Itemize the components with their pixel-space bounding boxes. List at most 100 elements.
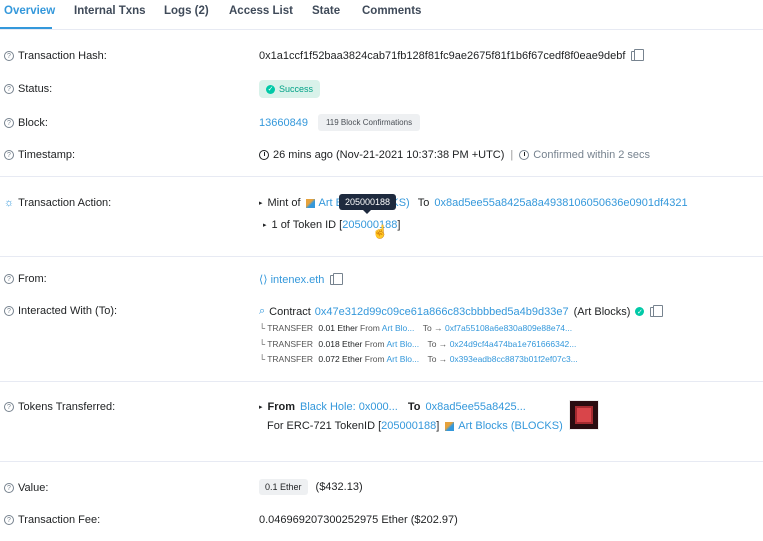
value-label: Value:: [18, 482, 49, 494]
stopwatch-icon: [519, 150, 530, 160]
transfer-prefix: └ TRANSFER: [259, 339, 314, 349]
mint-prefix: Mint of: [267, 197, 301, 209]
question-icon[interactable]: ?: [4, 150, 14, 160]
interacted-label: Interacted With (To):: [18, 305, 118, 317]
transfer-from-label: From: [364, 339, 385, 349]
ether-amount-pill: 0.1 Ether: [259, 479, 308, 495]
block-value-row: 13660849 119 Block Confirmations: [259, 114, 421, 131]
separator: |: [510, 149, 514, 161]
transfer-prefix: └ TRANSFER: [259, 354, 314, 364]
transaction-fee: 0.046969207300252975 Ether ($202.97): [259, 514, 458, 526]
status-label: Status:: [18, 83, 53, 95]
question-icon[interactable]: ?: [4, 51, 14, 61]
verified-check-icon: ✓: [635, 307, 645, 316]
from-label: From:: [18, 273, 47, 285]
tab-overview[interactable]: Overview: [4, 5, 55, 17]
contract-address-link[interactable]: 0x47e312d99c09ce61a866c83cbbbbed5a4b9d33…: [315, 306, 569, 318]
tokens-to-link[interactable]: 0x8ad5ee55a8425...: [425, 401, 525, 413]
question-icon[interactable]: ?: [4, 84, 14, 94]
usd-value: ($432.13): [315, 481, 363, 493]
transfer-from-link[interactable]: Art Blo...: [387, 339, 420, 349]
copy-icon[interactable]: [330, 272, 344, 285]
hash-label-row: ? Transaction Hash:: [4, 50, 107, 62]
triangle-right-icon: ▸: [263, 222, 267, 229]
contract-icon: ⌕: [259, 305, 266, 317]
active-tab-indicator: [0, 27, 52, 29]
tokens-value-row: ▸ From Black Hole: 0x000... To 0x8ad5ee5…: [259, 401, 526, 413]
internal-transfer-row: └ TRANSFER 0.018 Ether From Art Blo... T…: [259, 339, 576, 349]
tokens-to-label: To: [407, 401, 421, 413]
value-label-row: ? Value:: [4, 482, 48, 494]
transfer-to-link[interactable]: 0x24d9cf4a474ba1e761666342...: [450, 339, 577, 349]
clock-icon: [259, 150, 269, 160]
tab-internal-txns[interactable]: Internal Txns: [74, 5, 146, 17]
question-icon[interactable]: ?: [4, 118, 14, 128]
token-line-prefix: 1 of Token ID [: [271, 219, 343, 231]
ens-icon: ⟨⟩: [259, 274, 268, 286]
from-address-link[interactable]: intenex.eth: [271, 274, 325, 286]
to-label: To: [417, 197, 430, 209]
tab-logs[interactable]: Logs (2): [164, 5, 209, 17]
triangle-right-icon: ▸: [259, 200, 263, 207]
check-circle-icon: ✓: [266, 84, 275, 94]
timestamp-label-row: ? Timestamp:: [4, 149, 75, 161]
transfer-to-link[interactable]: 0xf7a55108a6e830a809e88e74...: [445, 323, 572, 333]
divider: [0, 461, 763, 462]
to-address-link[interactable]: 0x8ad5ee55a8425a8a4938106050636e0901df43…: [434, 197, 687, 209]
transaction-hash: 0x1a1ccf1f52baa3824cab71fb128f81fc9ae267…: [259, 50, 626, 62]
action-label: Transaction Action:: [18, 197, 112, 209]
from-label-row: ? From:: [4, 273, 47, 285]
transfer-prefix: └ TRANSFER: [259, 323, 314, 333]
token-line-suffix: ]: [397, 219, 401, 231]
tab-state[interactable]: State: [312, 5, 340, 17]
tab-access-list[interactable]: Access List: [229, 5, 293, 17]
action-value-row: ▸ Mint of Art Bl CKS) To 0x8ad5ee55a8425…: [259, 197, 688, 209]
question-icon[interactable]: ?: [4, 402, 14, 412]
fee-label: Transaction Fee:: [18, 514, 101, 526]
hash-value-row: 0x1a1ccf1f52baa3824cab71fb128f81fc9ae267…: [259, 49, 645, 62]
confirmations-badge: 119 Block Confirmations: [317, 114, 421, 131]
confirmed-within: Confirmed within 2 secs: [533, 149, 651, 161]
for-prefix: For ERC-721 TokenID [: [267, 420, 382, 432]
hand-cursor-icon: ☝: [372, 224, 389, 239]
transfer-to-link[interactable]: 0x393eadb8cc8873b01f2ef07c3...: [450, 354, 578, 364]
token-id-link[interactable]: 205000188: [342, 219, 397, 231]
question-icon[interactable]: ?: [4, 515, 14, 525]
tab-bar: Overview Internal Txns Logs (2) Access L…: [0, 0, 763, 30]
tokens-token-id-link[interactable]: 205000188: [381, 420, 436, 432]
art-blocks-logo-icon: [305, 198, 315, 208]
block-label: Block:: [18, 117, 48, 129]
copy-icon[interactable]: [650, 304, 664, 317]
tokens-label: Tokens Transferred:: [18, 401, 116, 413]
divider: [0, 176, 763, 177]
transfer-to-label: To →: [422, 323, 443, 333]
lightbulb-icon: ☼: [4, 197, 15, 209]
for-suffix: ]: [436, 420, 440, 432]
tokens-label-row: ? Tokens Transferred:: [4, 401, 115, 413]
from-value-row: ⟨⟩ intenex.eth: [259, 272, 344, 286]
contract-name: (Art Blocks): [573, 305, 631, 318]
transfer-from-link[interactable]: Art Blo...: [382, 323, 415, 333]
transfer-to-label: To →: [427, 339, 448, 349]
tokens-from-link[interactable]: Black Hole: 0x000...: [300, 401, 398, 413]
transfer-from-link[interactable]: Art Blo...: [387, 354, 420, 364]
collection-link[interactable]: Art Blocks (BLOCKS): [458, 420, 563, 432]
nft-thumbnail[interactable]: [569, 400, 599, 430]
question-icon[interactable]: ?: [4, 274, 14, 284]
status-label-row: ? Status:: [4, 83, 52, 95]
internal-transfer-row: └ TRANSFER 0.01 Ether From Art Blo... To…: [259, 323, 572, 333]
tab-comments[interactable]: Comments: [362, 5, 421, 17]
status-badge: ✓ Success: [259, 80, 321, 98]
block-number-link[interactable]: 13660849: [259, 117, 308, 129]
question-icon[interactable]: ?: [4, 483, 14, 493]
divider: [0, 256, 763, 257]
transfer-from-label: From: [360, 323, 380, 333]
transfer-amount: 0.072 Ether: [318, 354, 363, 364]
question-icon[interactable]: ?: [4, 306, 14, 316]
internal-transfer-row: └ TRANSFER 0.072 Ether From Art Blo... T…: [259, 354, 578, 364]
timestamp-value: 26 mins ago (Nov-21-2021 10:37:38 PM +UT…: [273, 149, 505, 161]
tokens-for-row: For ERC-721 TokenID [ 205000188 ] Art Bl…: [267, 420, 563, 432]
token-id-tooltip: 205000188: [339, 194, 397, 214]
copy-icon[interactable]: [631, 49, 645, 61]
value-row: 0.1 Ether ($432.13): [259, 479, 363, 495]
